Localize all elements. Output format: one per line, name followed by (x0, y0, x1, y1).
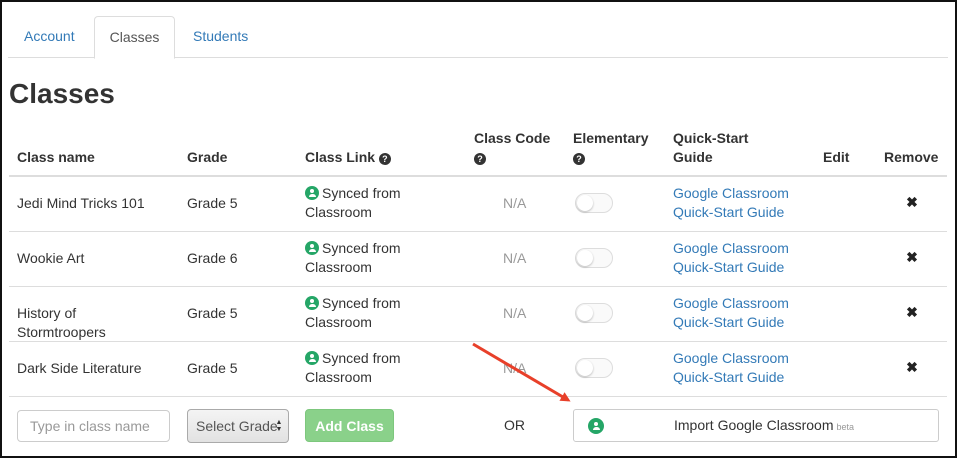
grade-cell: Grade 5 (187, 360, 238, 376)
synced-label-line1: Synced from (322, 240, 401, 256)
row-divider (9, 231, 947, 232)
import-button-label: Import Google Classroom beta (674, 417, 855, 433)
header-remove: Remove (884, 149, 939, 165)
elementary-toggle[interactable] (575, 303, 613, 323)
elementary-toggle[interactable] (575, 358, 613, 378)
class-code-cell: N/A (503, 305, 527, 321)
header-elementary: Elementary ? (573, 129, 648, 167)
class-link-cell: Synced from Classroom (305, 349, 401, 387)
close-x-icon[interactable]: ✖ (905, 194, 919, 211)
class-name-cell: History of Stormtroopers (17, 304, 106, 342)
google-classroom-icon (305, 241, 319, 255)
class-name-line1: Wookie Art (17, 250, 85, 266)
header-grade: Grade (187, 149, 228, 165)
grade-cell: Grade 6 (187, 250, 238, 266)
google-classroom-icon (305, 296, 319, 310)
guide-link-line2: Quick-Start Guide (673, 314, 785, 330)
select-arrows-icon: ▲ ▼ (275, 419, 283, 433)
header-quick-start-guide: Quick-Start Guide (673, 129, 748, 167)
guide-link-line1: Google Classroom (673, 350, 789, 366)
add-class-button[interactable]: Add Class (305, 409, 394, 442)
header-elementary-label: Elementary (573, 130, 649, 146)
guide-link-line2: Quick-Start Guide (673, 369, 785, 385)
class-name-line1: Jedi Mind Tricks 101 (17, 195, 145, 211)
row-divider (9, 286, 947, 287)
class-name-line2: Stormtroopers (17, 324, 106, 340)
grade-select[interactable]: Select Grade ▲ ▼ (187, 409, 289, 443)
close-x-icon[interactable]: ✖ (905, 359, 919, 376)
synced-label-line2: Classroom (305, 259, 372, 275)
or-label: OR (504, 417, 525, 433)
class-link-cell: Synced from Classroom (305, 239, 401, 277)
elementary-toggle[interactable] (575, 193, 613, 213)
synced-label-line1: Synced from (322, 185, 401, 201)
header-class-link-label: Class Link (305, 149, 376, 165)
google-classroom-icon (305, 351, 319, 365)
class-code-cell: N/A (503, 250, 527, 266)
close-x-icon[interactable]: ✖ (905, 304, 919, 321)
quick-start-guide-link[interactable]: Google Classroom Quick-Start Guide (673, 239, 789, 277)
header-divider (9, 175, 947, 177)
quick-start-guide-link[interactable]: Google Classroom Quick-Start Guide (673, 294, 789, 332)
question-circle-icon[interactable]: ? (573, 153, 585, 165)
guide-link-line1: Google Classroom (673, 185, 789, 201)
question-circle-icon[interactable]: ? (378, 153, 391, 165)
class-name-input[interactable] (17, 410, 170, 442)
header-quick-start-line2: Guide (673, 149, 713, 165)
synced-label-line1: Synced from (322, 295, 401, 311)
synced-label-line2: Classroom (305, 314, 372, 330)
header-class-link: Class Link ? (305, 148, 391, 167)
tab-bar: Account Classes Students (8, 16, 948, 59)
quick-start-guide-link[interactable]: Google Classroom Quick-Start Guide (673, 349, 789, 387)
synced-label-line2: Classroom (305, 369, 372, 385)
annotation-arrow (472, 342, 571, 402)
class-name-cell: Wookie Art (17, 249, 84, 268)
header-class-code-label: Class Code (474, 130, 551, 146)
tab-students[interactable]: Students (177, 16, 264, 58)
synced-label-line2: Classroom (305, 204, 372, 220)
elementary-toggle[interactable] (575, 248, 613, 268)
class-name-line1: Dark Side Literature (17, 360, 142, 376)
question-circle-icon[interactable]: ? (474, 153, 486, 165)
page-title: Classes (9, 78, 115, 109)
beta-label: beta (836, 422, 855, 432)
synced-label-line1: Synced from (322, 350, 401, 366)
class-link-cell: Synced from Classroom (305, 294, 401, 332)
guide-link-line1: Google Classroom (673, 295, 789, 311)
guide-link-line2: Quick-Start Guide (673, 204, 785, 220)
header-class-name: Class name (17, 149, 95, 165)
tab-classes[interactable]: Classes (94, 16, 175, 59)
grade-cell: Grade 5 (187, 195, 238, 211)
import-google-classroom-button[interactable]: Import Google Classroom beta (573, 409, 939, 442)
header-class-code: Class Code ? (474, 129, 550, 167)
class-code-cell: N/A (503, 360, 527, 376)
google-classroom-icon (588, 418, 604, 434)
row-divider (9, 396, 947, 397)
class-name-cell: Jedi Mind Tricks 101 (17, 194, 145, 213)
grade-select-value: Select Grade (196, 418, 278, 434)
close-x-icon[interactable]: ✖ (905, 249, 919, 266)
class-code-cell: N/A (503, 195, 527, 211)
class-name-line1: History of (17, 305, 77, 321)
google-classroom-icon (305, 186, 319, 200)
grade-cell: Grade 5 (187, 305, 238, 321)
class-link-cell: Synced from Classroom (305, 184, 401, 222)
quick-start-guide-link[interactable]: Google Classroom Quick-Start Guide (673, 184, 789, 222)
header-quick-start-line1: Quick-Start (673, 130, 749, 146)
row-divider (9, 341, 947, 342)
class-name-cell: Dark Side Literature (17, 359, 142, 378)
guide-link-line2: Quick-Start Guide (673, 259, 785, 275)
header-edit: Edit (823, 149, 850, 165)
tab-account[interactable]: Account (8, 16, 91, 58)
guide-link-line1: Google Classroom (673, 240, 789, 256)
app-frame: Account Classes Students Classes Class n… (0, 0, 957, 458)
